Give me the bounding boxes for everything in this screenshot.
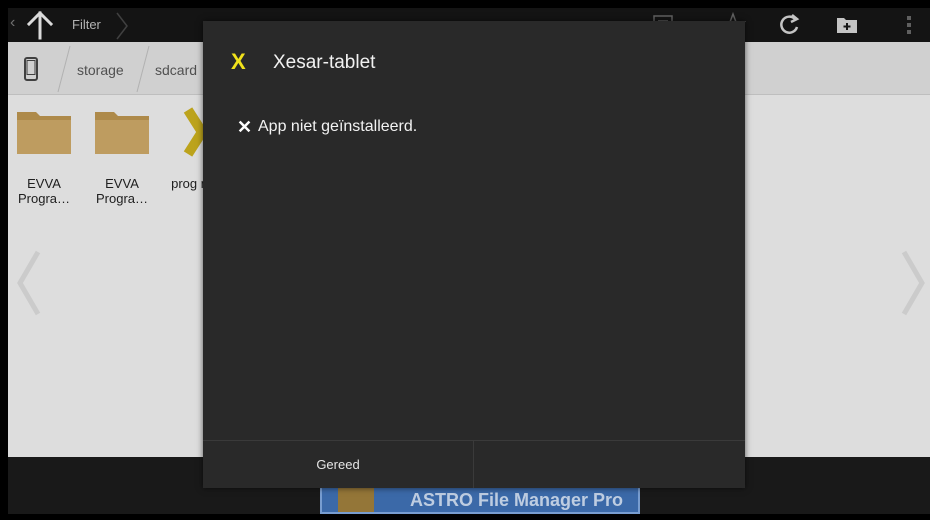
dialog-message: App niet geïnstalleerd. <box>258 118 418 135</box>
error-x-icon: ✕ <box>237 117 253 137</box>
done-button[interactable]: Gereed <box>203 441 473 488</box>
dialog-title: Xesar-tablet <box>273 52 376 73</box>
install-result-dialog: X Xesar-tablet ✕ App niet geïnstalleerd.… <box>203 21 745 488</box>
xesar-app-icon: X <box>231 49 246 74</box>
secondary-button[interactable] <box>474 441 745 488</box>
